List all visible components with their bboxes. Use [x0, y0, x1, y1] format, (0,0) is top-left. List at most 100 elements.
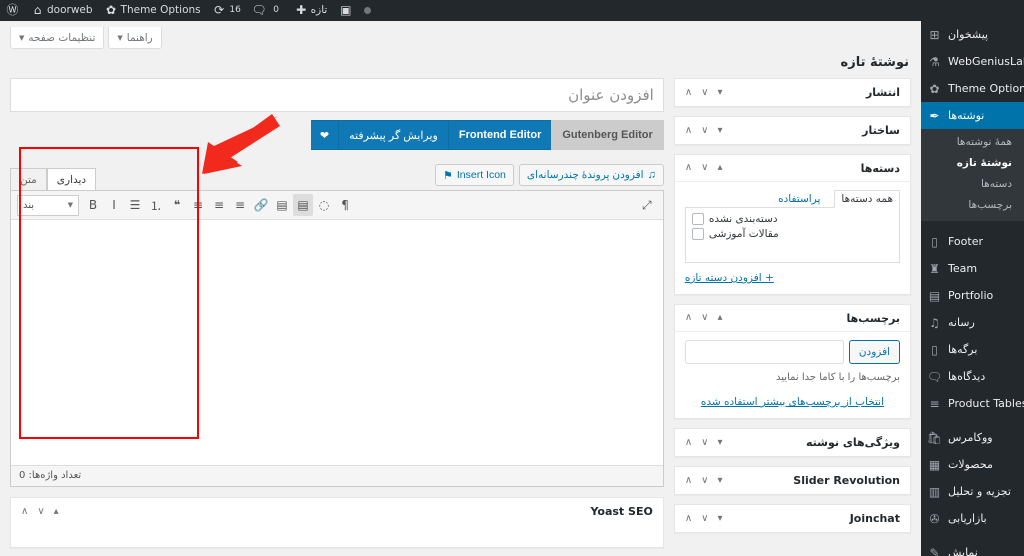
metabox-joinchat-header[interactable]: Joinchat ▾ ∨ ∧ — [675, 505, 910, 532]
sidebar-item-posts[interactable]: نوشته‌ها ✒ — [921, 102, 1024, 129]
screen-options-button[interactable]: تنظیمات صفحه ▼ — [10, 27, 105, 49]
add-new-category-link[interactable]: + افزودن دسته تازه — [685, 263, 900, 284]
insert-icon-button[interactable]: Insert Icon ⚑ — [434, 164, 514, 186]
order-down-icon[interactable]: ∨ — [701, 125, 708, 136]
heart-icon[interactable]: ❤ — [310, 120, 340, 150]
italic-icon[interactable]: I — [104, 194, 124, 216]
read-more-icon[interactable]: ▤ — [272, 194, 292, 216]
spellcheck-icon[interactable]: ◌ — [314, 194, 334, 216]
sidebar-item-analytics[interactable]: تجزیه و تحلیل ▥ — [921, 478, 1024, 505]
help-button[interactable]: راهنما ▼ — [108, 27, 162, 49]
post-title-input[interactable] — [11, 79, 663, 111]
category-checkbox[interactable] — [691, 228, 704, 240]
sidebar-item-portfolio[interactable]: Portfolio ▤ — [921, 282, 1024, 309]
tab-all-categories[interactable]: همه دسته‌ها — [834, 190, 900, 208]
sidebar-item-appearance[interactable]: نمایش ✎ — [921, 539, 1024, 556]
tab-visual-editor[interactable]: دیداری — [46, 168, 97, 190]
submenu-item-categories[interactable]: دسته‌ها — [921, 174, 1024, 195]
admin-bar-wpforms[interactable]: ▣ — [333, 0, 358, 21]
sidebar-item-products[interactable]: محصولات ▦ — [921, 451, 1024, 478]
collapse-toggle-icon[interactable]: ▾ — [717, 125, 722, 136]
editor-content-area[interactable] — [11, 220, 663, 465]
collapse-toggle-icon[interactable]: ▾ — [717, 475, 722, 486]
order-up-icon[interactable]: ∧ — [685, 125, 692, 136]
sidebar-item-product-tables[interactable]: Product Tables ≡ — [921, 390, 1024, 417]
align-right-icon[interactable]: ≡ — [188, 194, 208, 216]
sidebar-item-team[interactable]: Team ♜ — [921, 255, 1024, 282]
order-down-icon[interactable]: ∨ — [701, 313, 708, 323]
collapse-toggle-icon[interactable]: ▾ — [717, 513, 722, 524]
metabox-slider-revolution-header[interactable]: Slider Revolution ▾ ∨ ∧ — [675, 467, 910, 494]
order-down-icon[interactable]: ∨ — [701, 475, 708, 486]
admin-bar-updates[interactable]: 16 ⟳ — [207, 0, 248, 21]
admin-bar-site-name[interactable]: doorweb ⌂ — [25, 0, 99, 21]
metabox-yoast-seo-header[interactable]: Yoast SEO ▴ ∨ ∧ — [11, 498, 663, 525]
tab-text-editor[interactable]: متن — [10, 168, 47, 190]
sidebar-item-marketing[interactable]: بازاریابی ✇ — [921, 505, 1024, 532]
gutenberg-editor-button[interactable]: Gutenberg Editor — [551, 120, 664, 150]
sidebar-item-comments[interactable]: دیدگاه‌ها 🗨 — [921, 363, 1024, 390]
sidebar-item-theme-options[interactable]: Theme Options ✿ — [921, 75, 1024, 102]
bulleted-list-icon[interactable]: ☰ — [125, 194, 145, 216]
add-media-button[interactable]: ♫ افزودن پروندهٔ چندرسانه‌ای — [518, 164, 664, 186]
metabox-publish-header[interactable]: انتشار ▾ ∨ ∧ — [675, 79, 910, 106]
admin-bar-comments[interactable]: 0 🗨 — [248, 0, 289, 21]
metabox-post-attributes-header[interactable]: ویژگی‌های نوشته ▾ ∨ ∧ — [675, 429, 910, 456]
sidebar-item-woocommerce[interactable]: ووکامرس 🛍 — [921, 424, 1024, 451]
sidebar-item-webgeniuslab[interactable]: WebGeniusLab ⚗ — [921, 48, 1024, 75]
toolbar-toggle-icon[interactable]: ▤ — [293, 194, 313, 216]
submenu-item-new-post[interactable]: نوشتهٔ تازه — [921, 153, 1024, 174]
choose-popular-tags-link[interactable]: انتخاب از برچسب‌های بیشتر استفاده شده — [685, 383, 900, 408]
align-center-icon[interactable]: ≡ — [209, 194, 229, 216]
order-down-icon[interactable]: ∨ — [701, 163, 708, 173]
sidebar-item-pages[interactable]: برگه‌ها ▯ — [921, 336, 1024, 363]
submenu-item-all-posts[interactable]: همهٔ نوشته‌ها — [921, 132, 1024, 153]
collapse-toggle-icon[interactable]: ▴ — [54, 506, 59, 517]
order-down-icon[interactable]: ∨ — [701, 437, 708, 448]
order-up-icon[interactable]: ∧ — [685, 475, 692, 486]
tag-input[interactable] — [684, 340, 844, 364]
add-tag-button[interactable]: افزودن — [848, 340, 900, 364]
order-up-icon[interactable]: ∧ — [685, 163, 692, 173]
submenu-item-tags[interactable]: برچسب‌ها — [921, 195, 1024, 216]
sidebar-item-footer[interactable]: Footer ▯ — [921, 228, 1024, 255]
metabox-post-format-header[interactable]: ساختار ▾ ∨ ∧ — [675, 117, 910, 144]
tab-most-used-categories[interactable]: پراستفاده — [772, 191, 826, 207]
order-up-icon[interactable]: ∧ — [685, 513, 692, 524]
sidebar-item-media[interactable]: رسانه ♫ — [921, 309, 1024, 336]
admin-bar-status-dot[interactable] — [358, 0, 377, 21]
category-checklist[interactable]: دسته‌بندی نشده مقالات آموزشی — [684, 208, 900, 263]
text-direction-icon[interactable]: ¶ — [335, 194, 355, 216]
collapse-toggle-icon[interactable]: ▴ — [717, 313, 722, 323]
admin-bar-new-content[interactable]: تازه ✚ — [289, 0, 334, 21]
align-left-icon[interactable]: ≡ — [230, 194, 250, 216]
bold-icon[interactable]: B — [83, 194, 103, 216]
fullscreen-icon[interactable]: ⤢ — [637, 194, 657, 216]
move-up-icon[interactable]: ▾ — [717, 87, 722, 98]
collapse-toggle-icon[interactable]: ▴ — [717, 163, 722, 173]
advanced-editor-button[interactable]: ویرایش گر پیشرفته — [339, 120, 448, 150]
collapse-toggle-icon[interactable]: ▾ — [717, 437, 722, 448]
order-down-icon[interactable]: ∨ — [37, 506, 44, 517]
numbered-list-icon[interactable]: ⒈ — [146, 194, 166, 216]
blockquote-icon[interactable]: ❝ — [167, 194, 187, 216]
order-up-icon[interactable]: ∧ — [685, 437, 692, 448]
order-up-icon[interactable]: ∧ — [685, 87, 692, 98]
order-up-icon[interactable]: ∧ — [21, 506, 28, 517]
order-down-icon[interactable]: ∨ — [701, 513, 708, 524]
category-checkbox[interactable] — [691, 213, 704, 225]
sidebar-item-dashboard[interactable]: پیشخوان ⊞ — [921, 21, 1024, 48]
frontend-editor-button[interactable]: Frontend Editor — [447, 120, 552, 150]
insert-link-icon[interactable]: 🔗 — [251, 194, 271, 216]
category-item[interactable]: دسته‌بندی نشده — [691, 213, 893, 225]
category-item[interactable]: مقالات آموزشی — [691, 228, 893, 240]
metabox-categories-header[interactable]: دسته‌ها ▴ ∨ ∧ — [674, 155, 910, 182]
sidebar-label: Theme Options — [948, 82, 1024, 95]
order-down-icon[interactable]: ∨ — [701, 87, 708, 98]
admin-bar-wp-logo[interactable]: Ⓦ — [0, 0, 25, 21]
gear-icon: ✿ — [929, 81, 940, 96]
order-up-icon[interactable]: ∧ — [685, 313, 692, 323]
metabox-tags-header[interactable]: برچسب‌ها ▴ ∨ ∧ — [674, 305, 910, 332]
admin-bar-theme-options[interactable]: Theme Options ✿ — [99, 0, 207, 21]
paragraph-format-select[interactable]: ▼ بند — [17, 194, 79, 216]
